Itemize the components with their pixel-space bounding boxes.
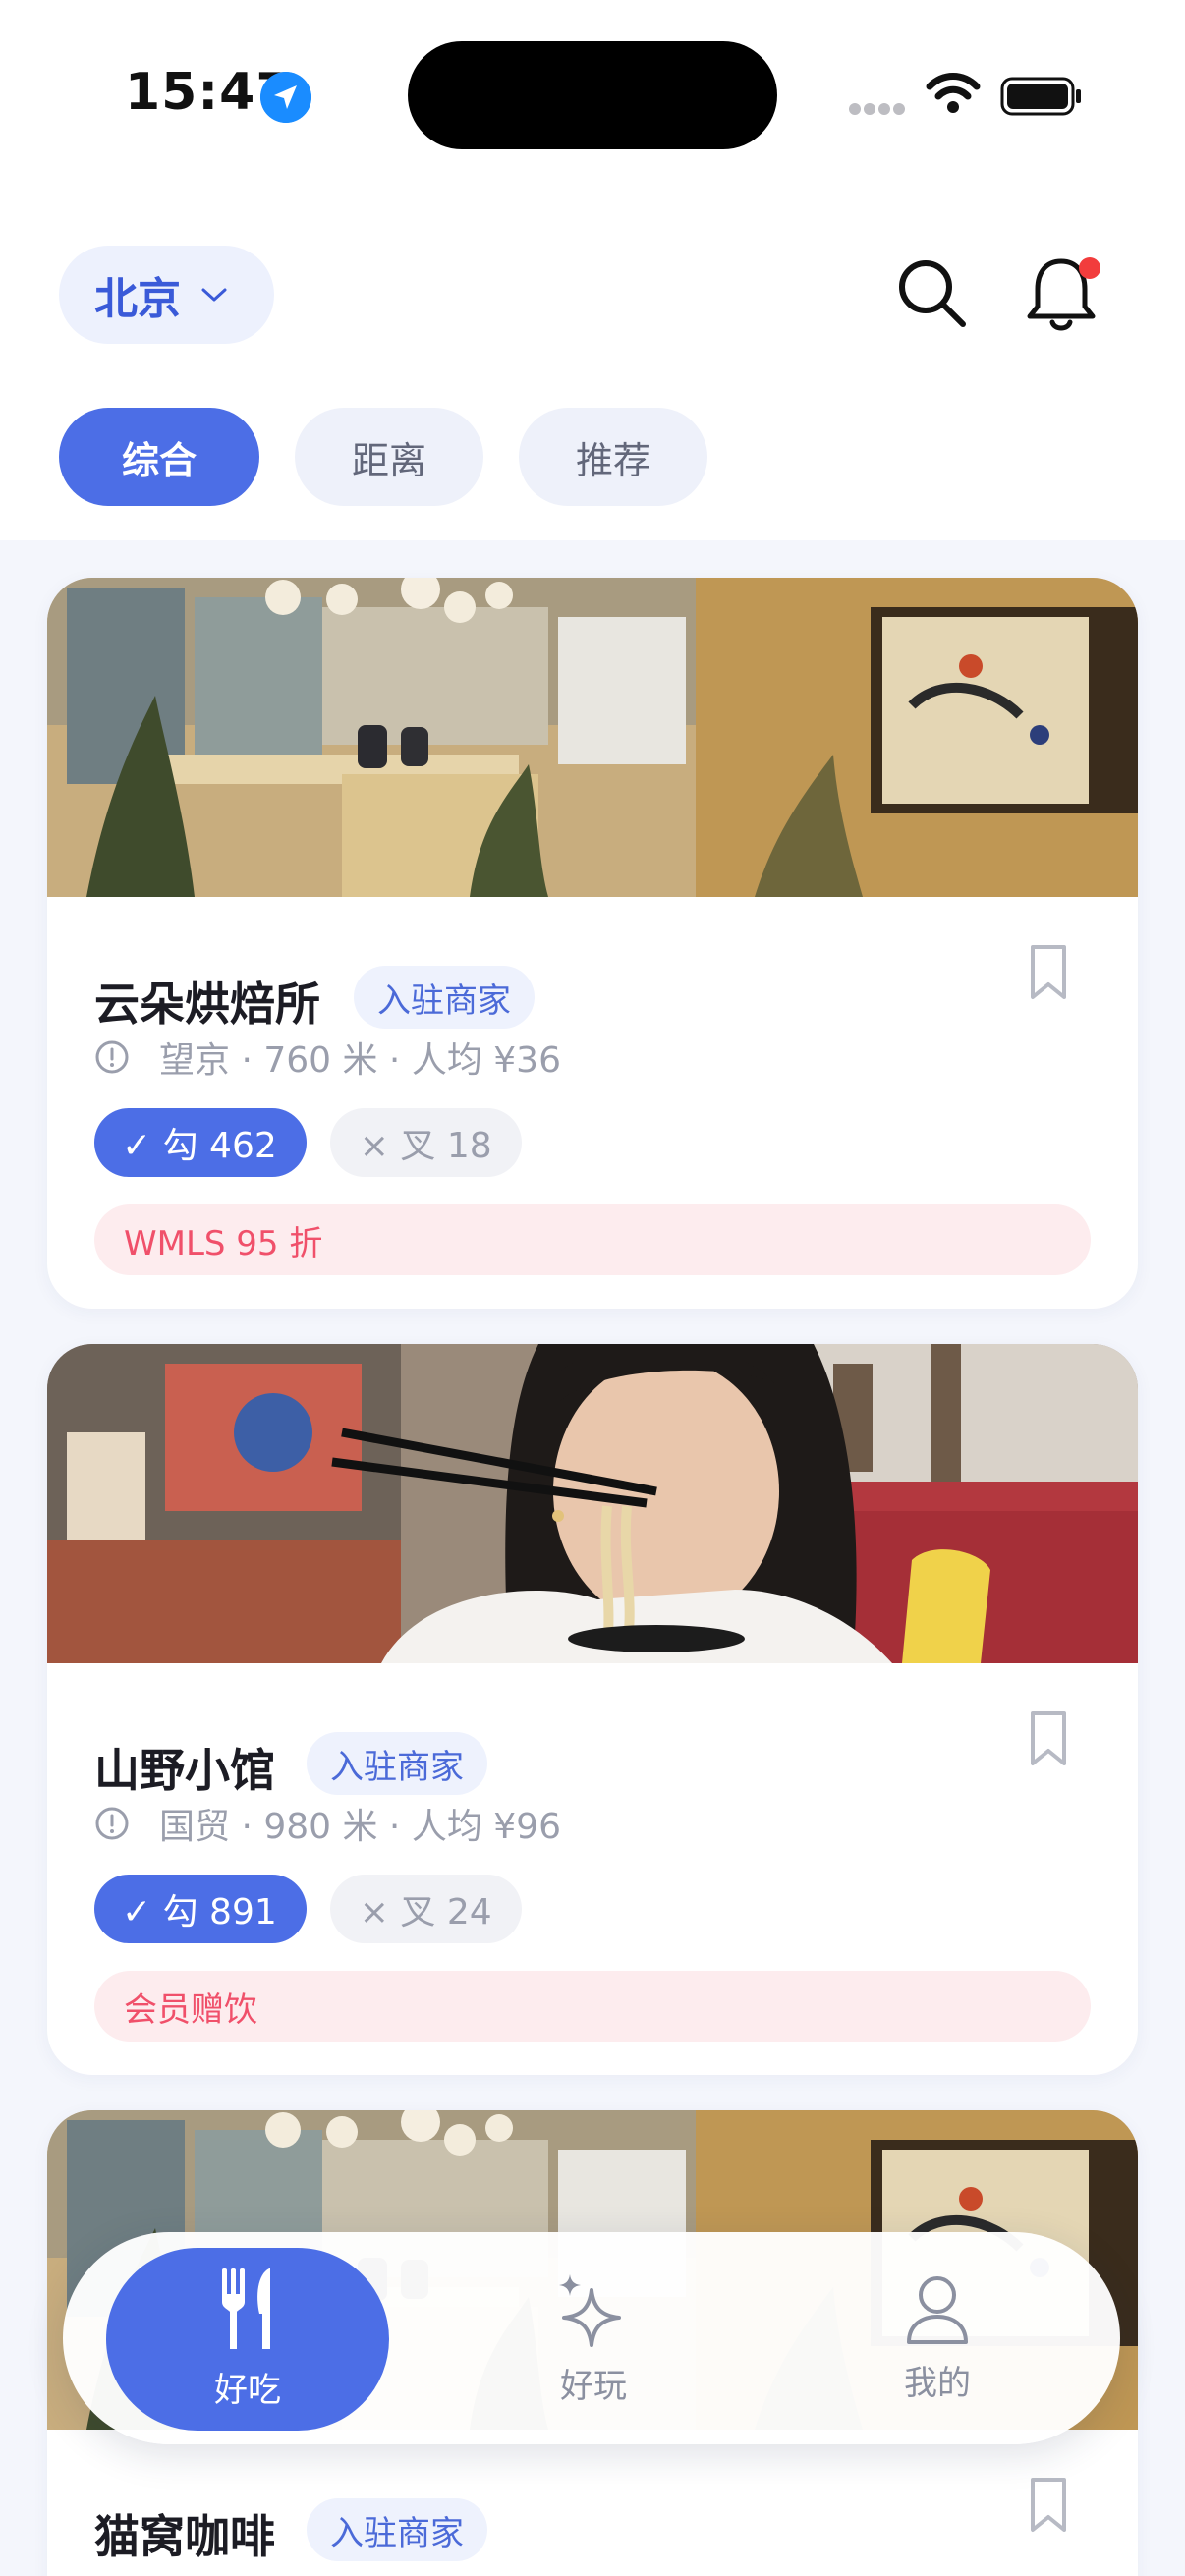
nav-item-food[interactable]: 好吃 bbox=[106, 2232, 389, 2444]
chevron-down-icon bbox=[201, 288, 227, 302]
store-info: 望京 · 760 米 · 人均 ¥36 bbox=[94, 1032, 561, 1083]
city-name: 北京 bbox=[94, 274, 181, 324]
nav-item-profile[interactable]: 我的 bbox=[829, 2232, 1045, 2444]
merchant-badge: 入驻商家 bbox=[307, 1732, 487, 1795]
city-selector[interactable]: 北京 bbox=[59, 246, 274, 344]
bookmark-icon[interactable] bbox=[1028, 2476, 1069, 2535]
bookmark-icon[interactable] bbox=[1028, 943, 1069, 1002]
search-icon[interactable] bbox=[894, 255, 969, 330]
header: 15:47 北京 综合 距离 推荐 bbox=[0, 0, 1185, 540]
nav-label: 我的 bbox=[904, 2363, 971, 2403]
nav-label: 好玩 bbox=[560, 2366, 627, 2406]
tab-comprehensive[interactable]: 综合 bbox=[59, 408, 259, 506]
tab-recommended[interactable]: 推荐 bbox=[519, 408, 707, 506]
store-card[interactable]: 山野小馆 入驻商家 国贸 · 980 米 · 人均 ¥96 ✓ 勾 891 × … bbox=[47, 1344, 1138, 2075]
location-pin-icon bbox=[95, 1040, 129, 1074]
location-pin-icon bbox=[95, 1807, 129, 1840]
cellular-signal-icon bbox=[849, 103, 905, 115]
vote-up-button[interactable]: ✓ 勾 891 bbox=[94, 1875, 307, 1943]
nav-item-fun[interactable]: 好玩 bbox=[485, 2232, 702, 2444]
wifi-icon bbox=[926, 73, 981, 113]
vote-down-button[interactable]: × 叉 24 bbox=[329, 1875, 522, 1943]
promo-tag: 会员赠饮 bbox=[94, 1971, 1091, 2042]
location-arrow-icon bbox=[260, 72, 311, 123]
store-name: 云朵烘焙所 bbox=[94, 978, 320, 1031]
vote-down-button[interactable]: × 叉 18 bbox=[329, 1108, 522, 1177]
vote-up-button[interactable]: ✓ 勾 462 bbox=[94, 1108, 307, 1177]
notification-dot bbox=[1079, 257, 1100, 279]
store-photo bbox=[47, 578, 1138, 897]
tab-distance[interactable]: 距离 bbox=[295, 408, 483, 506]
store-card[interactable]: 云朵烘焙所 入驻商家 望京 · 760 米 · 人均 ¥36 ✓ 勾 462 ×… bbox=[47, 578, 1138, 1309]
dynamic-island bbox=[408, 41, 777, 149]
battery-icon bbox=[1000, 77, 1081, 116]
person-icon bbox=[907, 2275, 968, 2344]
store-info: 国贸 · 980 米 · 人均 ¥96 bbox=[94, 1798, 561, 1849]
merchant-badge: 入驻商家 bbox=[307, 2498, 487, 2561]
store-info-text: 望京 · 760 米 · 人均 ¥36 bbox=[159, 1040, 561, 1081]
promo-tag: WMLS 95 折 bbox=[94, 1204, 1091, 1275]
sparkle-icon bbox=[559, 2273, 621, 2347]
app-screen: 15:47 北京 综合 距离 推荐 云朵烘焙所 入驻商家 望京 · 760 米 … bbox=[0, 0, 1185, 2576]
bookmark-icon[interactable] bbox=[1028, 1709, 1069, 1768]
store-photo bbox=[47, 1344, 1138, 1663]
sort-tabs: 综合 距离 推荐 bbox=[59, 408, 707, 506]
nav-label: 好吃 bbox=[214, 2370, 281, 2410]
fork-knife-icon bbox=[222, 2268, 270, 2349]
vote-row: ✓ 勾 891 × 叉 24 bbox=[94, 1875, 522, 1943]
store-info-text: 国贸 · 980 米 · 人均 ¥96 bbox=[159, 1807, 561, 1847]
merchant-badge: 入驻商家 bbox=[354, 966, 535, 1029]
vote-row: ✓ 勾 462 × 叉 18 bbox=[94, 1108, 522, 1177]
store-name: 猫窝咖啡 bbox=[94, 2510, 275, 2563]
store-name: 山野小馆 bbox=[94, 1744, 275, 1797]
bottom-nav: 好吃 好玩 我的 bbox=[63, 2232, 1120, 2444]
